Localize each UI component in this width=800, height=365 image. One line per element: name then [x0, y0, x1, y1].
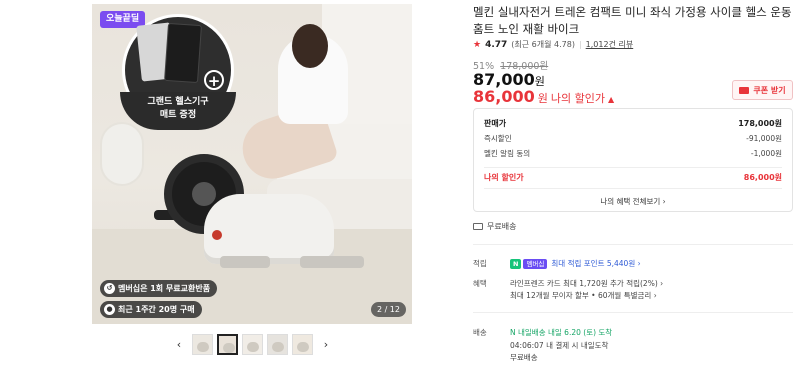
my-discount-price[interactable]: 86,000 원 나의 할인가 ▲: [473, 87, 614, 106]
installment-link[interactable]: 최대 12개월 무이자 할부 • 60개월 특별금리 ›: [510, 290, 657, 301]
thumbnail-strip: ‹ ›: [170, 333, 335, 355]
breakdown-row-alert-discount: 멜킨 알림 동의 -1,000원: [484, 148, 782, 159]
image-counter: 2 / 12: [370, 302, 406, 317]
breakdown-row-total: 나의 할인가 86,000원: [484, 172, 782, 183]
coupon-button[interactable]: 쿠폰 받기: [732, 80, 793, 100]
shipping-summary: 무료배송: [473, 221, 516, 232]
membership-badge: 멤버십: [523, 259, 548, 269]
my-price-label: 나의 할인가: [550, 92, 605, 105]
thumbnail-1[interactable]: [192, 333, 213, 355]
rating-note: (최근 6개월 4.78): [511, 40, 575, 49]
naver-n-badge: N: [510, 259, 522, 269]
price-breakdown-box: 판매가 178,000원 즉시할인 -91,000원 멜킨 알림 동의 -1,0…: [473, 108, 793, 212]
my-price-value: 86,000: [473, 87, 535, 106]
breakdown-label: 즉시할인: [484, 134, 512, 143]
gift-promo-label: 그랜드 헬스기구 매트 증정: [120, 92, 236, 130]
bike-foot: [300, 256, 364, 268]
divider: |: [578, 40, 582, 49]
star-icon: ★: [473, 39, 482, 50]
background-plant: [102, 124, 142, 184]
breakdown-value: -1,000원: [750, 149, 782, 158]
membership-return-pill: ↺ 멤버십은 1회 무료교환반품: [100, 280, 218, 297]
tomorrow-delivery-badge: N 내일배송: [510, 328, 546, 337]
chevron-up-icon[interactable]: ▲: [608, 95, 614, 104]
plus-icon: +: [204, 70, 224, 90]
chevron-right-icon[interactable]: ›: [317, 338, 335, 351]
truck-icon: [473, 223, 483, 230]
points-key: 적립: [473, 259, 487, 268]
points-value[interactable]: N 멤버십 최대 적립 포인트 5,440원 ›: [510, 258, 641, 269]
breakdown-value: 178,000원: [738, 119, 782, 128]
rating-row: ★ 4.77 (최근 6개월 4.78) | 1,012건 리뷰: [473, 39, 633, 50]
delivery-value: N 내일배송 내일 6.20 (토) 도착: [510, 327, 612, 338]
section-divider: [473, 244, 793, 245]
bag-icon: ●: [104, 304, 115, 315]
thumbnail-3[interactable]: [242, 333, 263, 355]
bike-logo: [212, 230, 222, 240]
gift-mat-black: [164, 22, 202, 84]
breakdown-label: 판매가: [484, 119, 507, 128]
rating-value: 4.77: [485, 39, 508, 50]
delivery-key: 배송: [473, 328, 487, 337]
breakdown-divider: [484, 188, 782, 189]
bike-foot-front: [220, 256, 270, 268]
recent-purchase-text: 최근 1주간 20명 구매: [118, 305, 195, 314]
breakdown-total-value: 86,000원: [743, 173, 782, 182]
delivery-fee: 무료배송: [510, 353, 538, 362]
model-head: [292, 24, 328, 68]
thumbnail-5[interactable]: [292, 333, 313, 355]
card-benefit-link[interactable]: 라인프렌즈 카드 최대 1,720원 추가 적립(2%) ›: [510, 278, 663, 289]
my-price-unit: 원: [537, 92, 548, 105]
points-text: 최대 적립 포인트 5,440원 ›: [551, 259, 641, 268]
coupon-icon: [739, 86, 750, 94]
gift-label-line1: 그랜드 헬스기구: [147, 97, 209, 107]
shipping-summary-text: 무료배송: [487, 222, 517, 231]
coupon-button-label: 쿠폰 받기: [753, 85, 786, 95]
review-count-link[interactable]: 1,012건 리뷰: [586, 39, 634, 50]
recent-purchase-pill: ● 최근 1주간 20명 구매: [100, 301, 202, 318]
section-divider: [473, 312, 793, 313]
breakdown-divider: [484, 167, 782, 168]
delivery-time: 04:06:07 내 결제 시 내일도착: [510, 341, 609, 350]
breakdown-total-label: 나의 할인가: [484, 173, 524, 182]
thumbnail-2[interactable]: [217, 333, 238, 355]
membership-return-text: 멤버십은 1회 무료교환반품: [118, 284, 211, 293]
gift-label-line2: 매트 증정: [159, 110, 197, 120]
bike-frame: [204, 194, 334, 264]
return-icon: ↺: [104, 283, 115, 294]
view-all-benefits-link[interactable]: 나의 혜택 전체보기 ›: [474, 196, 792, 207]
breakdown-value: -91,000원: [746, 134, 782, 143]
product-main-image[interactable]: 오늘끝딜 + 그랜드 헬스기구 매트 증정 ↺ 멤버십은 1회 무료교환반품 ●…: [92, 4, 412, 324]
breakdown-row-list-price: 판매가 178,000원: [484, 118, 782, 129]
chevron-left-icon[interactable]: ‹: [170, 338, 188, 351]
benefit-key: 혜택: [473, 279, 487, 288]
product-title: 멜킨 실내자전거 트레온 컴팩트 미니 좌식 가정용 사이클 헬스 운동 홈트 …: [473, 5, 792, 36]
breakdown-row-instant-discount: 즉시할인 -91,000원: [484, 133, 782, 144]
thumbnail-4[interactable]: [267, 333, 288, 355]
breakdown-label: 멜킨 알림 동의: [484, 149, 531, 158]
delivery-date: 내일 6.20 (토) 도착: [548, 328, 613, 337]
